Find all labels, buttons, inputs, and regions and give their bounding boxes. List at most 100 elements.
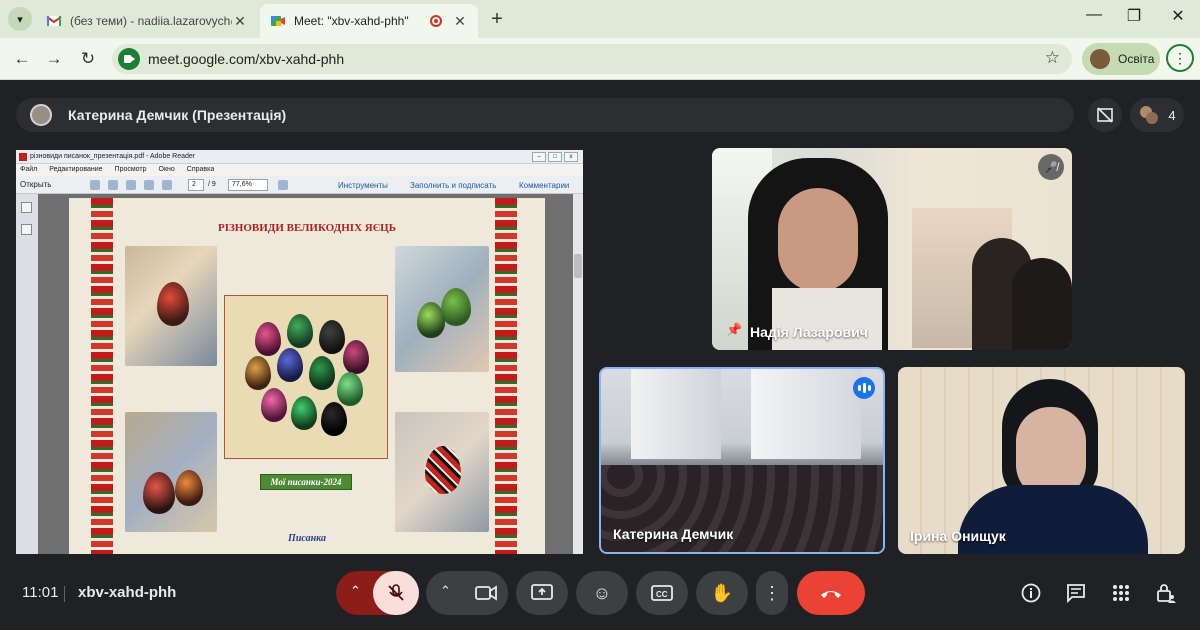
tab-title: Meet: "xbv-xahd-phh" — [294, 14, 409, 28]
mic-off-icon — [388, 584, 404, 601]
divider — [64, 586, 65, 602]
reader-maximize-icon[interactable]: □ — [548, 152, 562, 162]
maximize-button[interactable]: ❐ — [1122, 6, 1146, 26]
browser-menu-icon[interactable]: ⋮ — [1166, 44, 1194, 72]
more-vert-icon: ⋮ — [763, 582, 781, 603]
menu-file[interactable]: Файл — [20, 166, 37, 176]
info-icon — [1021, 583, 1041, 603]
print-icon[interactable] — [90, 180, 100, 190]
participant-tile-iryna[interactable]: Ірина Онищук — [898, 367, 1185, 554]
mic-off-icon: 🎤̸ — [1038, 154, 1064, 180]
presenter-label: Катерина Демчик (Презентація) — [68, 107, 287, 123]
frame-off-icon — [1097, 107, 1113, 123]
window-curtain — [751, 369, 861, 459]
tab-search-icon[interactable]: ▾ — [8, 7, 32, 31]
browser-tab-bar: ▾ (без теми) - nadiia.lazarovych@ ✕ Meet… — [0, 0, 1200, 38]
site-info-icon[interactable] — [118, 48, 140, 70]
bookmark-star-icon[interactable]: ☆ — [1045, 48, 1060, 68]
participant-name: Ірина Онищук — [910, 528, 1006, 544]
slide-title: РІЗНОВИДИ ВЕЛИКОДНІХ ЯЄЦЬ — [217, 222, 396, 234]
egg-photo-top-left — [125, 246, 217, 366]
host-controls-button[interactable] — [1151, 578, 1181, 608]
close-tab-icon[interactable]: ✕ — [232, 13, 248, 30]
reload-icon[interactable]: ↻ — [76, 47, 100, 71]
slide-subtitle: Писанка — [288, 533, 326, 544]
menu-window[interactable]: Окно — [159, 166, 175, 176]
chevron-up-icon[interactable]: ⌃ — [350, 583, 361, 599]
person-face — [778, 188, 858, 292]
egg-photo-top-right — [395, 246, 489, 372]
reader-titlebar: різновиди писанок_презентація.pdf - Adob… — [16, 150, 583, 164]
menu-help[interactable]: Справка — [187, 166, 214, 176]
scroll-thumb[interactable] — [574, 254, 582, 278]
chevron-up-icon[interactable]: ⌃ — [440, 583, 451, 599]
reactions-button[interactable]: ☺ — [576, 571, 628, 615]
new-tab-button[interactable]: + — [486, 8, 508, 31]
participant-tile-kateryna[interactable]: Катерина Демчик — [599, 367, 885, 554]
close-tab-icon[interactable]: ✕ — [452, 13, 468, 30]
speaking-indicator-icon — [853, 377, 875, 399]
more-options-button[interactable]: ⋮ — [756, 571, 788, 615]
participants-button[interactable]: 4 — [1130, 98, 1184, 132]
present-screen-button[interactable] — [516, 571, 568, 615]
menu-edit[interactable]: Редактирование — [49, 166, 102, 176]
fill-sign-link[interactable]: Заполнить и подписать — [410, 181, 496, 190]
address-bar[interactable]: meet.google.com/xbv-xahd-phh ☆ — [112, 44, 1072, 74]
pages-icon[interactable] — [21, 202, 32, 213]
gmail-icon — [46, 16, 62, 26]
end-call-icon — [821, 591, 841, 598]
fit-page-icon[interactable] — [278, 180, 288, 190]
egg-photo-bottom-left — [125, 412, 217, 532]
meeting-code: xbv-xahd-phh — [78, 584, 177, 601]
presenter-avatar — [30, 104, 52, 126]
presentation-slide: РІЗНОВИДИ ВЕЛИКОДНІХ ЯЄЦЬ Мої писанки-20… — [69, 198, 545, 554]
page-number-input[interactable]: 2 — [188, 179, 204, 191]
meeting-time: 11:01 — [22, 584, 59, 601]
recording-icon — [430, 15, 442, 27]
close-window-button[interactable]: ✕ — [1166, 6, 1190, 26]
page-up-icon[interactable] — [162, 180, 172, 190]
left-embroidery-border — [91, 198, 113, 554]
attachments-icon[interactable] — [21, 224, 32, 235]
chat-button[interactable] — [1061, 578, 1091, 608]
profile-button[interactable]: Освіта — [1082, 43, 1160, 75]
reader-scrollbar[interactable] — [573, 194, 583, 554]
pin-icon[interactable]: 📌 — [726, 322, 742, 338]
egg-photo-bottom-right — [395, 412, 489, 532]
captions-button[interactable]: CC — [636, 571, 688, 615]
forward-icon[interactable]: → — [42, 47, 66, 71]
present-screen-icon — [531, 584, 553, 600]
reader-minimize-icon[interactable]: – — [532, 152, 546, 162]
activities-button[interactable] — [1106, 578, 1136, 608]
email-icon[interactable] — [126, 180, 136, 190]
profile-label: Освіта — [1118, 52, 1155, 66]
window-curtain — [631, 369, 721, 459]
emoji-icon: ☺ — [592, 582, 612, 603]
comments-link[interactable]: Комментарии — [519, 181, 569, 190]
presenter-bar: Катерина Демчик (Презентація) — [16, 98, 1074, 132]
hide-self-view-button[interactable] — [1088, 98, 1122, 132]
tools-link[interactable]: Инструменты — [338, 181, 388, 190]
cloud-icon[interactable] — [144, 180, 154, 190]
reader-window-title: різновиди писанок_презентація.pdf - Adob… — [30, 153, 196, 160]
save-icon[interactable] — [108, 180, 118, 190]
minimize-button[interactable]: — — [1082, 6, 1106, 24]
tab-gmail[interactable]: (без теми) - nadiia.lazarovych@ ✕ — [36, 4, 258, 38]
reader-close-icon[interactable]: x — [564, 152, 578, 162]
open-button[interactable]: Открыть — [20, 180, 51, 189]
hand-icon: ✋ — [710, 582, 734, 603]
mic-toggle-button[interactable] — [373, 571, 419, 615]
participant-tile-nadiia[interactable]: 🎤̸ 📌 Надія Лазарович — [712, 148, 1072, 350]
tab-meet[interactable]: Meet: "xbv-xahd-phh" ✕ — [260, 4, 478, 38]
menu-view[interactable]: Просмотр — [115, 166, 147, 176]
zoom-select[interactable]: 77,6% — [228, 179, 268, 191]
right-embroidery-border — [495, 198, 517, 554]
meeting-info-button[interactable] — [1016, 578, 1046, 608]
back-icon[interactable]: ← — [10, 47, 34, 71]
camera-toggle-button[interactable] — [464, 571, 508, 615]
tab-title: (без теми) - nadiia.lazarovych@ — [70, 14, 232, 28]
lock-person-icon — [1157, 584, 1176, 603]
browser-toolbar: ← → ↻ meet.google.com/xbv-xahd-phh ☆ Осв… — [0, 38, 1200, 80]
leave-call-button[interactable] — [797, 571, 865, 615]
raise-hand-button[interactable]: ✋ — [696, 571, 748, 615]
